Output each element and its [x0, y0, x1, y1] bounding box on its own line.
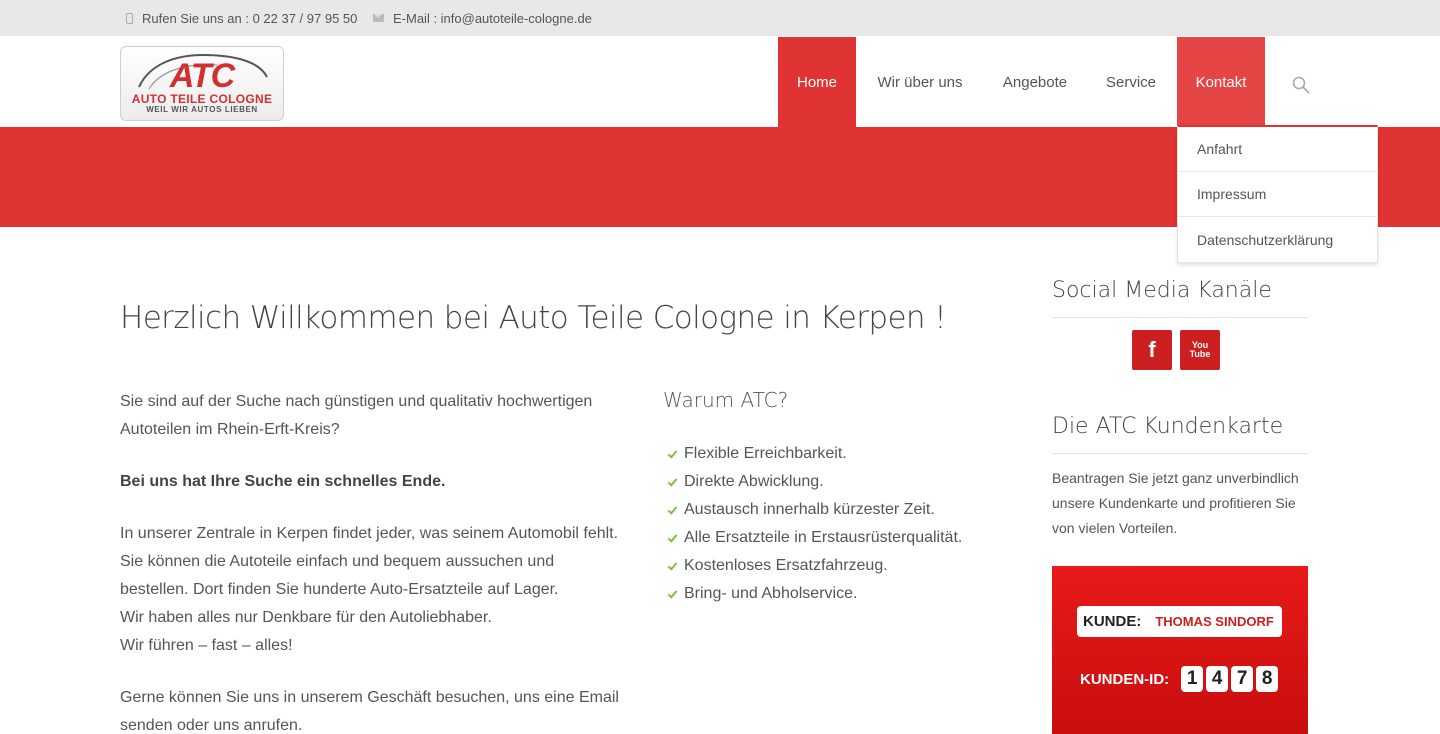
search-icon[interactable]	[1292, 76, 1310, 94]
intro-bold: Bei uns hat Ihre Suche ein schnelles End…	[120, 473, 446, 490]
kundenkarte-image[interactable]: KUNDE: THOMAS SINDORF KUNDEN-ID: 1 4 7 8	[1052, 566, 1308, 734]
facebook-icon[interactable]: f	[1132, 330, 1172, 370]
card-kunden-id: KUNDEN-ID: 1 4 7 8	[1080, 666, 1279, 692]
nav-kontakt[interactable]: Kontakt	[1177, 37, 1265, 127]
list-item: Alle Ersatzteile in Erstausrüsterqualitä…	[668, 524, 962, 552]
list-item: Flexible Erreichbarkeit.	[668, 440, 962, 468]
description-line: In unserer Zentrale in Kerpen findet jed…	[120, 525, 619, 542]
card-id-digit: 4	[1206, 666, 1229, 692]
mail-icon	[373, 14, 384, 22]
kundenkarte-heading: Die ATC Kundenkarte	[1052, 414, 1284, 439]
card-kunde-label: KUNDE:	[1083, 613, 1142, 630]
card-kunde-name: THOMAS SINDORF	[1155, 614, 1274, 629]
divider	[1052, 317, 1308, 318]
list-item: Bring- und Abholservice.	[668, 580, 962, 608]
email-text: E-Mail : info@autoteile-cologne.de	[393, 10, 592, 26]
check-icon	[668, 534, 677, 543]
social-media-heading: Social Media Kanäle	[1052, 278, 1272, 303]
warum-list: Flexible Erreichbarkeit. Direkte Abwickl…	[668, 440, 962, 608]
phone-text: Rufen Sie uns an : 0 22 37 / 97 95 50	[142, 10, 358, 26]
nav-wir-ueber-uns[interactable]: Wir über uns	[866, 37, 974, 127]
nav-service[interactable]: Service	[1098, 37, 1164, 127]
card-id-label: KUNDEN-ID:	[1080, 670, 1170, 688]
dropdown-item-datenschutz[interactable]: Datenschutzerklärung	[1178, 217, 1377, 262]
list-item: Direkte Abwicklung.	[668, 468, 962, 496]
logo[interactable]: ATC AUTO TEILE COLOGNE WEIL WIR AUTOS LI…	[120, 46, 284, 121]
card-id-digits: 1 4 7 8	[1181, 666, 1279, 692]
kontakt-dropdown: Anfahrt Impressum Datenschutzerklärung	[1177, 125, 1378, 263]
check-icon	[668, 562, 677, 571]
dropdown-item-anfahrt[interactable]: Anfahrt	[1178, 127, 1377, 172]
list-item: Austausch innerhalb kürzester Zeit.	[668, 496, 962, 524]
page-title: Herzlich Willkommen bei Auto Teile Colog…	[120, 300, 947, 336]
divider	[1052, 453, 1308, 454]
card-id-digit: 1	[1181, 666, 1204, 692]
check-icon	[668, 450, 677, 459]
dropdown-item-impressum[interactable]: Impressum	[1178, 172, 1377, 217]
logo-tagline: WEIL WIR AUTOS LIEBEN	[146, 105, 258, 114]
check-icon	[668, 590, 677, 599]
warum-title: Warum ATC?	[663, 388, 789, 412]
youtube-glyph-bottom: Tube	[1189, 349, 1211, 359]
description-line: Wir führen – fast – alles!	[120, 637, 293, 654]
description-paragraph: In unserer Zentrale in Kerpen findet jed…	[120, 520, 660, 660]
logo-name: AUTO TEILE COLOGNE	[131, 92, 273, 106]
description-line: Sie können die Autoteile einfach und beq…	[120, 553, 555, 570]
description-line: Wir haben alles nur Denkbare für den Aut…	[120, 609, 492, 626]
contact-email[interactable]: E-Mail : info@autoteile-cologne.de	[373, 0, 592, 36]
contact-paragraph: Gerne können Sie uns in unserem Geschäft…	[120, 689, 619, 734]
contact-phone[interactable]: Rufen Sie uns an : 0 22 37 / 97 95 50	[126, 0, 357, 36]
check-icon	[668, 506, 677, 515]
logo-atc: ATC	[169, 57, 235, 95]
phone-icon	[126, 12, 133, 24]
youtube-icon[interactable]: You Tube	[1180, 330, 1220, 370]
card-id-digit: 8	[1256, 666, 1279, 692]
card-kunde-field: KUNDE: THOMAS SINDORF	[1077, 606, 1282, 637]
kundenkarte-text: Beantragen Sie jetzt ganz unverbindlich …	[1052, 470, 1299, 536]
description-line: bestellen. Dort finden Sie hunderte Auto…	[120, 581, 559, 598]
card-id-digit: 7	[1231, 666, 1254, 692]
top-bar: Rufen Sie uns an : 0 22 37 / 97 95 50 E-…	[0, 0, 1440, 36]
check-icon	[668, 478, 677, 487]
nav-home[interactable]: Home	[778, 37, 856, 127]
nav-angebote[interactable]: Angebote	[992, 37, 1078, 127]
intro-paragraph: Sie sind auf der Suche nach günstigen un…	[120, 393, 593, 438]
list-item: Kostenloses Ersatzfahrzeug.	[668, 552, 962, 580]
